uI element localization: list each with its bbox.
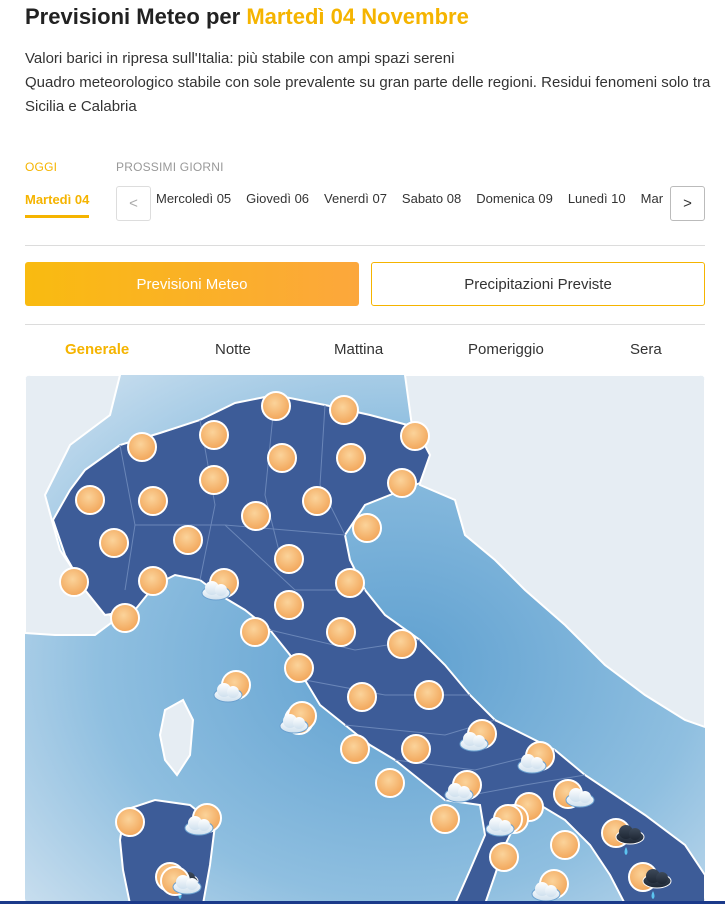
precipitation-tab-button[interactable]: Precipitazioni Previste	[371, 262, 705, 306]
description-line-1: Valori barici in ripresa sull'Italia: pi…	[25, 50, 455, 67]
day-tab[interactable]: Giovedì 06	[246, 190, 309, 208]
sun-icon	[375, 768, 405, 798]
day-tab[interactable]: Mercoledì 05	[156, 190, 231, 208]
day-tab[interactable]: Lunedì 10	[568, 190, 626, 208]
day-tab[interactable]: Martedì 11	[641, 190, 663, 208]
sun-icon	[199, 420, 229, 450]
sun-icon	[261, 391, 291, 421]
divider	[25, 245, 705, 246]
day-tab[interactable]: Sabato 08	[402, 190, 461, 208]
chevron-left-icon: <	[129, 195, 138, 212]
page-title: Previsioni Meteo per Martedì 04 Novembre	[25, 4, 469, 30]
sun-icon	[335, 568, 365, 598]
sun-icon	[284, 653, 314, 683]
sun-icon	[110, 603, 140, 633]
sun-icon	[99, 528, 129, 558]
sun-icon	[400, 421, 430, 451]
sun-icon	[138, 566, 168, 596]
title-prefix: Previsioni Meteo per	[25, 4, 241, 29]
sun-icon	[489, 842, 519, 872]
title-date: Martedì 04 Novembre	[246, 4, 469, 29]
sun-icon	[550, 830, 580, 860]
sun-icon	[414, 680, 444, 710]
chevron-right-icon: >	[683, 195, 692, 212]
today-label: OGGI	[25, 160, 58, 174]
sun-icon	[274, 544, 304, 574]
sun-icon	[115, 807, 145, 837]
sun-icon	[430, 804, 460, 834]
period-tab-generale[interactable]: Generale	[65, 341, 129, 358]
period-tab-mattina[interactable]: Mattina	[334, 341, 383, 358]
sun-icon	[387, 629, 417, 659]
weather-map	[25, 375, 705, 904]
period-tab-notte[interactable]: Notte	[215, 341, 251, 358]
forecast-description: Valori barici in ripresa sull'Italia: pi…	[25, 47, 715, 119]
period-tab-sera[interactable]: Sera	[630, 341, 662, 358]
sun-icon	[173, 525, 203, 555]
sun-icon	[267, 443, 297, 473]
sun-icon	[340, 734, 370, 764]
sun-icon	[127, 432, 157, 462]
period-tab-pomeriggio[interactable]: Pomeriggio	[468, 341, 544, 358]
divider	[25, 324, 705, 325]
day-tab[interactable]: Venerdì 07	[324, 190, 387, 208]
sun-icon	[302, 486, 332, 516]
sun-icon	[347, 682, 377, 712]
sun-icon	[199, 465, 229, 495]
days-carousel: Mercoledì 05 Giovedì 06 Venerdì 07 Sabato 0…	[152, 190, 663, 210]
description-line-2: Quadro meteorologico stabile con sole pr…	[25, 74, 711, 115]
sun-icon	[401, 734, 431, 764]
sun-icon	[329, 395, 359, 425]
sun-icon	[59, 567, 89, 597]
sun-icon	[241, 501, 271, 531]
day-tab-today[interactable]: Martedì 04	[25, 192, 90, 218]
sun-icon	[75, 485, 105, 515]
forecast-tab-button[interactable]: Previsioni Meteo	[25, 262, 359, 306]
next-day-button[interactable]: >	[670, 186, 705, 221]
sun-icon	[387, 468, 417, 498]
sun-icon	[336, 443, 366, 473]
prev-day-button[interactable]: <	[116, 186, 151, 221]
sun-icon	[138, 486, 168, 516]
day-tab[interactable]: Domenica 09	[476, 190, 553, 208]
next-days-label: PROSSIMI GIORNI	[116, 160, 224, 174]
sun-icon	[274, 590, 304, 620]
sun-icon	[352, 513, 382, 543]
sun-icon	[326, 617, 356, 647]
sun-icon	[240, 617, 270, 647]
